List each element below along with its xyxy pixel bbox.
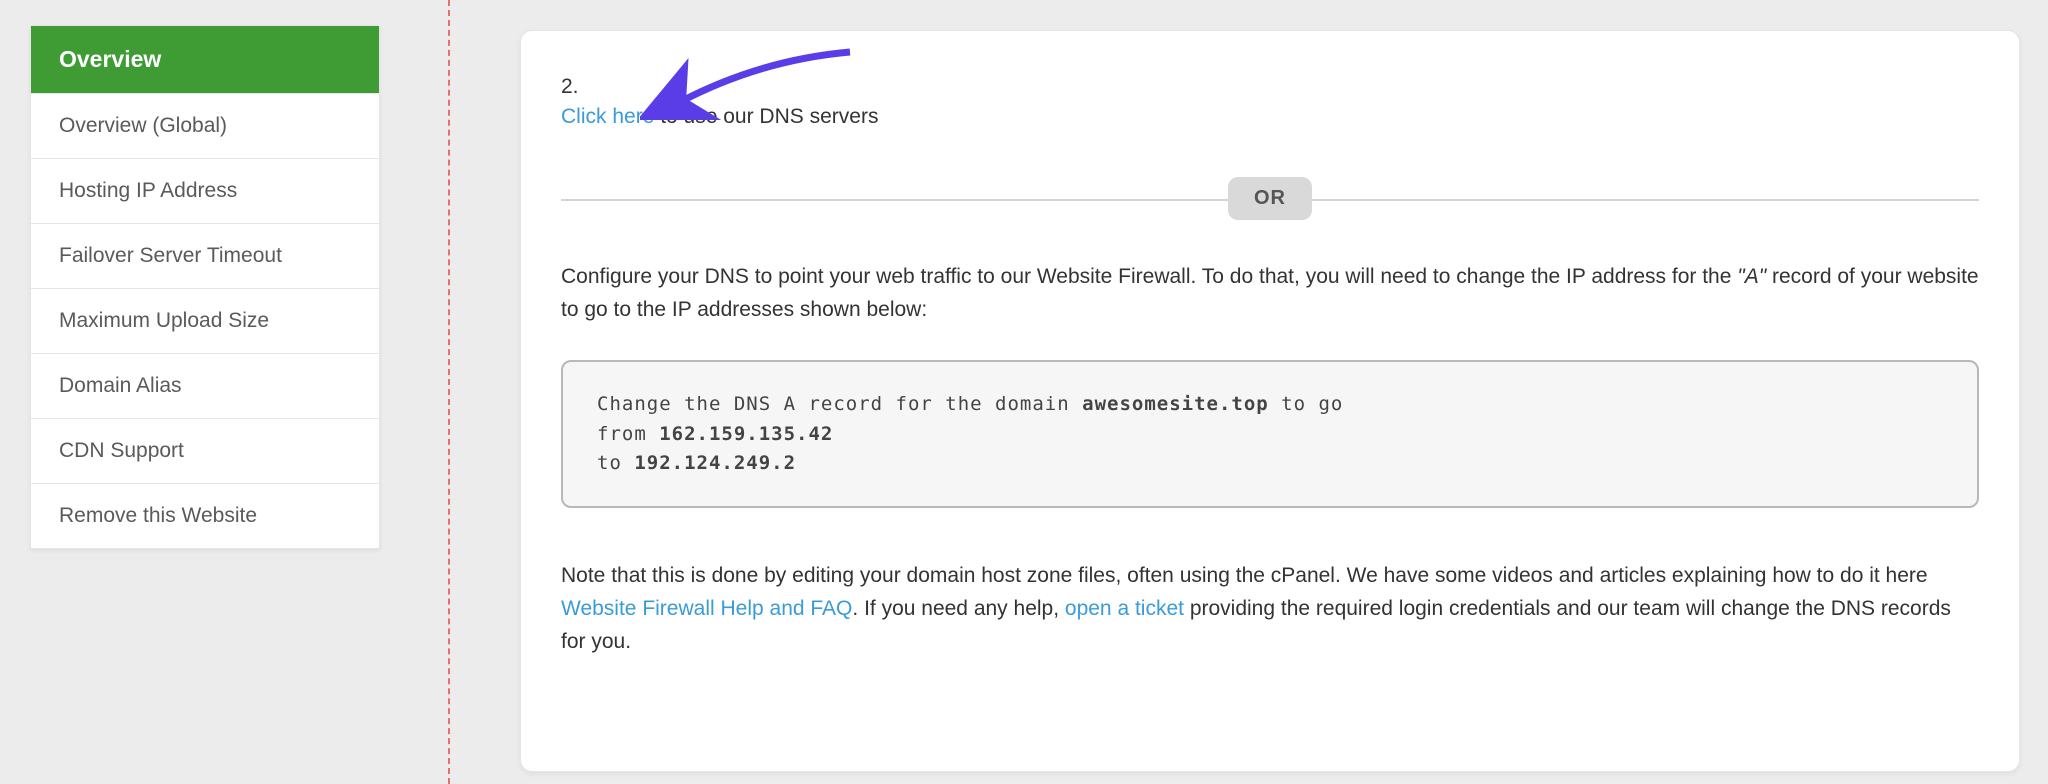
code-line-3: to 192.124.249.2 [597, 449, 1943, 478]
sidebar-item-cdn-support[interactable]: CDN Support [31, 419, 379, 484]
code-line-2: from 162.159.135.42 [597, 420, 1943, 449]
or-badge: OR [1228, 177, 1312, 220]
from-ip: 162.159.135.42 [659, 423, 833, 445]
domain-name: awesomesite.top [1082, 393, 1269, 415]
sidebar-item-failover-timeout[interactable]: Failover Server Timeout [31, 224, 379, 289]
step-text: Click here to use our DNS servers [561, 105, 1979, 129]
sidebar: Overview Overview (Global) Hosting IP Ad… [30, 25, 380, 549]
to-ip: 192.124.249.2 [634, 452, 796, 474]
a-record-italic: "A" [1737, 265, 1766, 288]
sidebar-item-overview[interactable]: Overview [31, 26, 379, 94]
dns-instructions-code: Change the DNS A record for the domain a… [561, 360, 1979, 508]
note-pre: Note that this is done by editing your d… [561, 564, 1928, 587]
main-content-card: 2. Click here to use our DNS servers OR … [520, 30, 2020, 772]
sidebar-item-overview-global[interactable]: Overview (Global) [31, 94, 379, 159]
help-faq-link[interactable]: Website Firewall Help and FAQ [561, 597, 852, 620]
sidebar-item-max-upload[interactable]: Maximum Upload Size [31, 289, 379, 354]
divider: OR [561, 177, 1979, 221]
click-here-link[interactable]: Click here [561, 105, 654, 128]
sidebar-item-domain-alias[interactable]: Domain Alias [31, 354, 379, 419]
configure-pre: Configure your DNS to point your web tra… [561, 265, 1737, 288]
sidebar-item-hosting-ip[interactable]: Hosting IP Address [31, 159, 379, 224]
click-here-rest: to use our DNS servers [654, 105, 878, 128]
open-ticket-link[interactable]: open a ticket [1065, 597, 1184, 620]
sidebar-item-remove-website[interactable]: Remove this Website [31, 484, 379, 548]
note-mid: . If you need any help, [852, 597, 1064, 620]
selection-guide-line [448, 0, 450, 784]
step-number: 2. [561, 75, 1979, 99]
note-paragraph: Note that this is done by editing your d… [561, 560, 1979, 658]
configure-paragraph: Configure your DNS to point your web tra… [561, 261, 1979, 326]
code-line-1: Change the DNS A record for the domain a… [597, 390, 1943, 419]
